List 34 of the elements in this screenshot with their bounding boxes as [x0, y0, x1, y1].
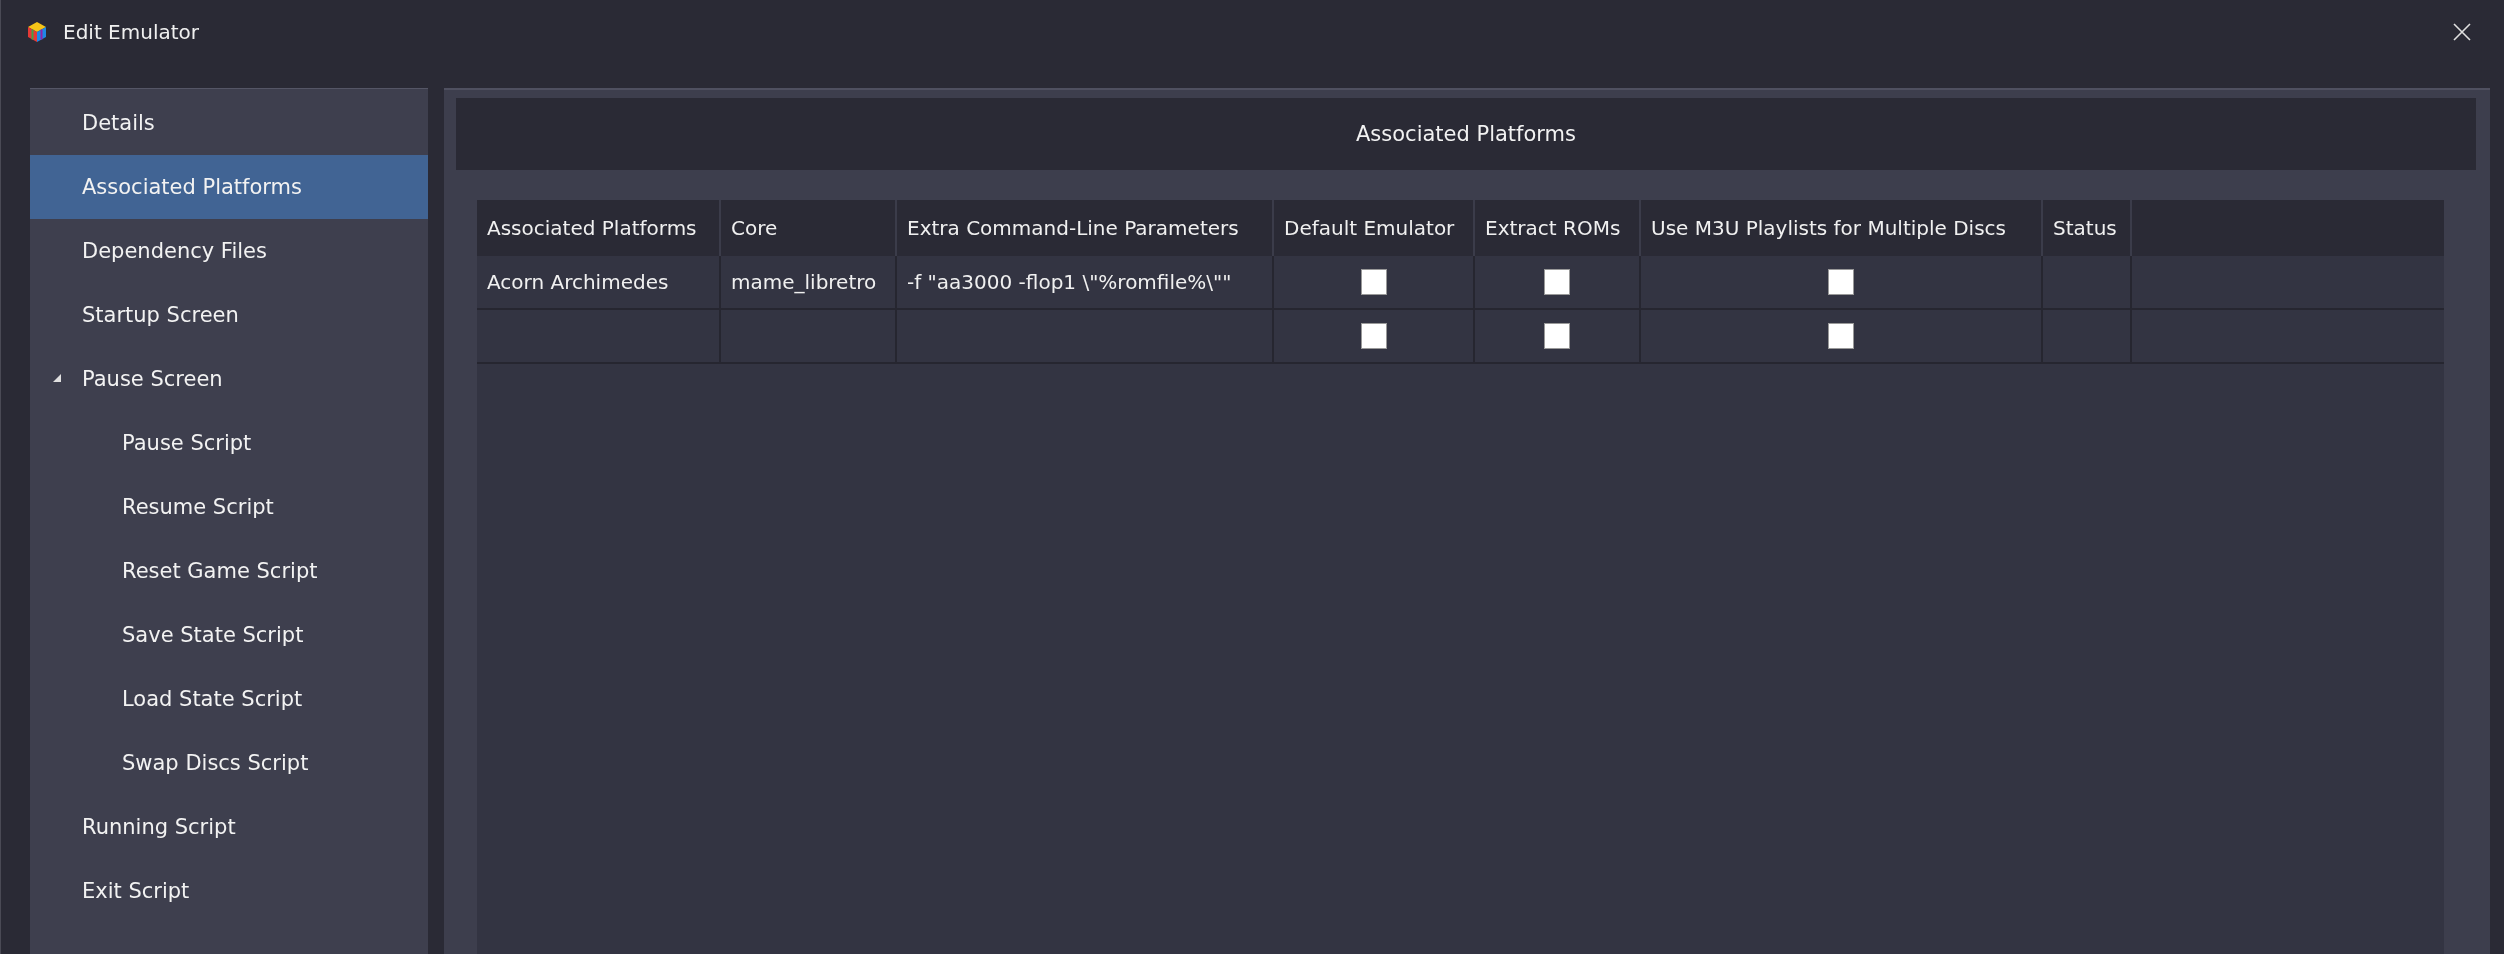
column-header[interactable]: Extract ROMs: [1475, 200, 1641, 256]
window-title: Edit Emulator: [63, 20, 199, 44]
checkbox[interactable]: [1360, 323, 1387, 349]
sidebar-item[interactable]: Dependency Files: [30, 219, 428, 283]
close-icon: [2452, 22, 2472, 42]
column-header[interactable]: Status: [2043, 200, 2132, 256]
sidebar-item[interactable]: Startup Screen: [30, 283, 428, 347]
sidebar-item[interactable]: Swap Discs Script: [30, 731, 428, 795]
checkbox[interactable]: [1544, 323, 1570, 349]
table-cell: -f "aa3000 -flop1 \"%romfile%\"": [897, 256, 1274, 310]
column-header[interactable]: Default Emulator: [1274, 200, 1475, 256]
sidebar-item[interactable]: Reset Game Script: [30, 539, 428, 603]
checkbox[interactable]: [1544, 269, 1570, 295]
sidebar-item[interactable]: Pause Screen: [30, 347, 428, 411]
table-cell: Acorn Archimedes: [477, 256, 721, 310]
sidebar-item[interactable]: Load State Script: [30, 667, 428, 731]
sidebar-item[interactable]: Exit Script: [30, 859, 428, 923]
checkbox[interactable]: [1828, 269, 1854, 295]
column-header[interactable]: Use M3U Playlists for Multiple Discs: [1641, 200, 2043, 256]
sidebar-item[interactable]: Pause Script: [30, 411, 428, 475]
panel-title: Associated Platforms: [456, 98, 2476, 170]
column-header[interactable]: Core: [721, 200, 897, 256]
sidebar-item[interactable]: Associated Platforms: [30, 155, 428, 219]
sidebar-item[interactable]: Details: [30, 91, 428, 155]
sidebar-item[interactable]: Resume Script: [30, 475, 428, 539]
checkbox[interactable]: [1828, 323, 1854, 349]
checkbox[interactable]: [1360, 269, 1387, 295]
sidebar-item[interactable]: Save State Script: [30, 603, 428, 667]
table-cell: mame_libretro: [721, 256, 897, 310]
expand-arrow-icon[interactable]: [52, 373, 62, 383]
cube-logo-icon: [25, 20, 49, 44]
sidebar-item[interactable]: Running Script: [30, 795, 428, 859]
column-header[interactable]: Associated Platforms: [477, 200, 721, 256]
column-header[interactable]: Extra Command-Line Parameters: [897, 200, 1274, 256]
